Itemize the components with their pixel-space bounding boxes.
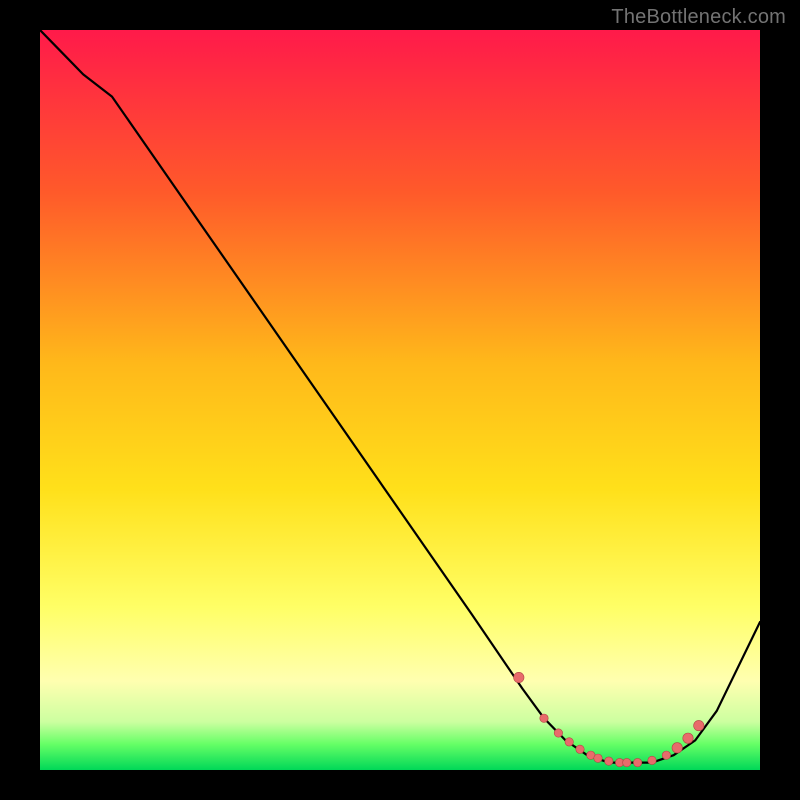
marker-point	[565, 738, 573, 746]
marker-point	[683, 733, 693, 743]
bottleneck-curve	[40, 30, 760, 763]
marker-point	[605, 757, 613, 765]
marker-point	[672, 743, 682, 753]
watermark-text: TheBottleneck.com	[611, 6, 786, 29]
marker-point	[576, 745, 584, 753]
marker-point	[662, 751, 670, 759]
highlighted-points	[514, 672, 704, 767]
marker-point	[554, 729, 562, 737]
marker-point	[648, 756, 656, 764]
marker-point	[623, 758, 631, 766]
marker-point	[514, 672, 524, 682]
marker-point	[594, 754, 602, 762]
marker-point	[694, 720, 704, 730]
chart-plot-area	[40, 30, 760, 770]
marker-point	[540, 714, 548, 722]
chart-curve-layer	[40, 30, 760, 770]
marker-point	[633, 758, 641, 766]
